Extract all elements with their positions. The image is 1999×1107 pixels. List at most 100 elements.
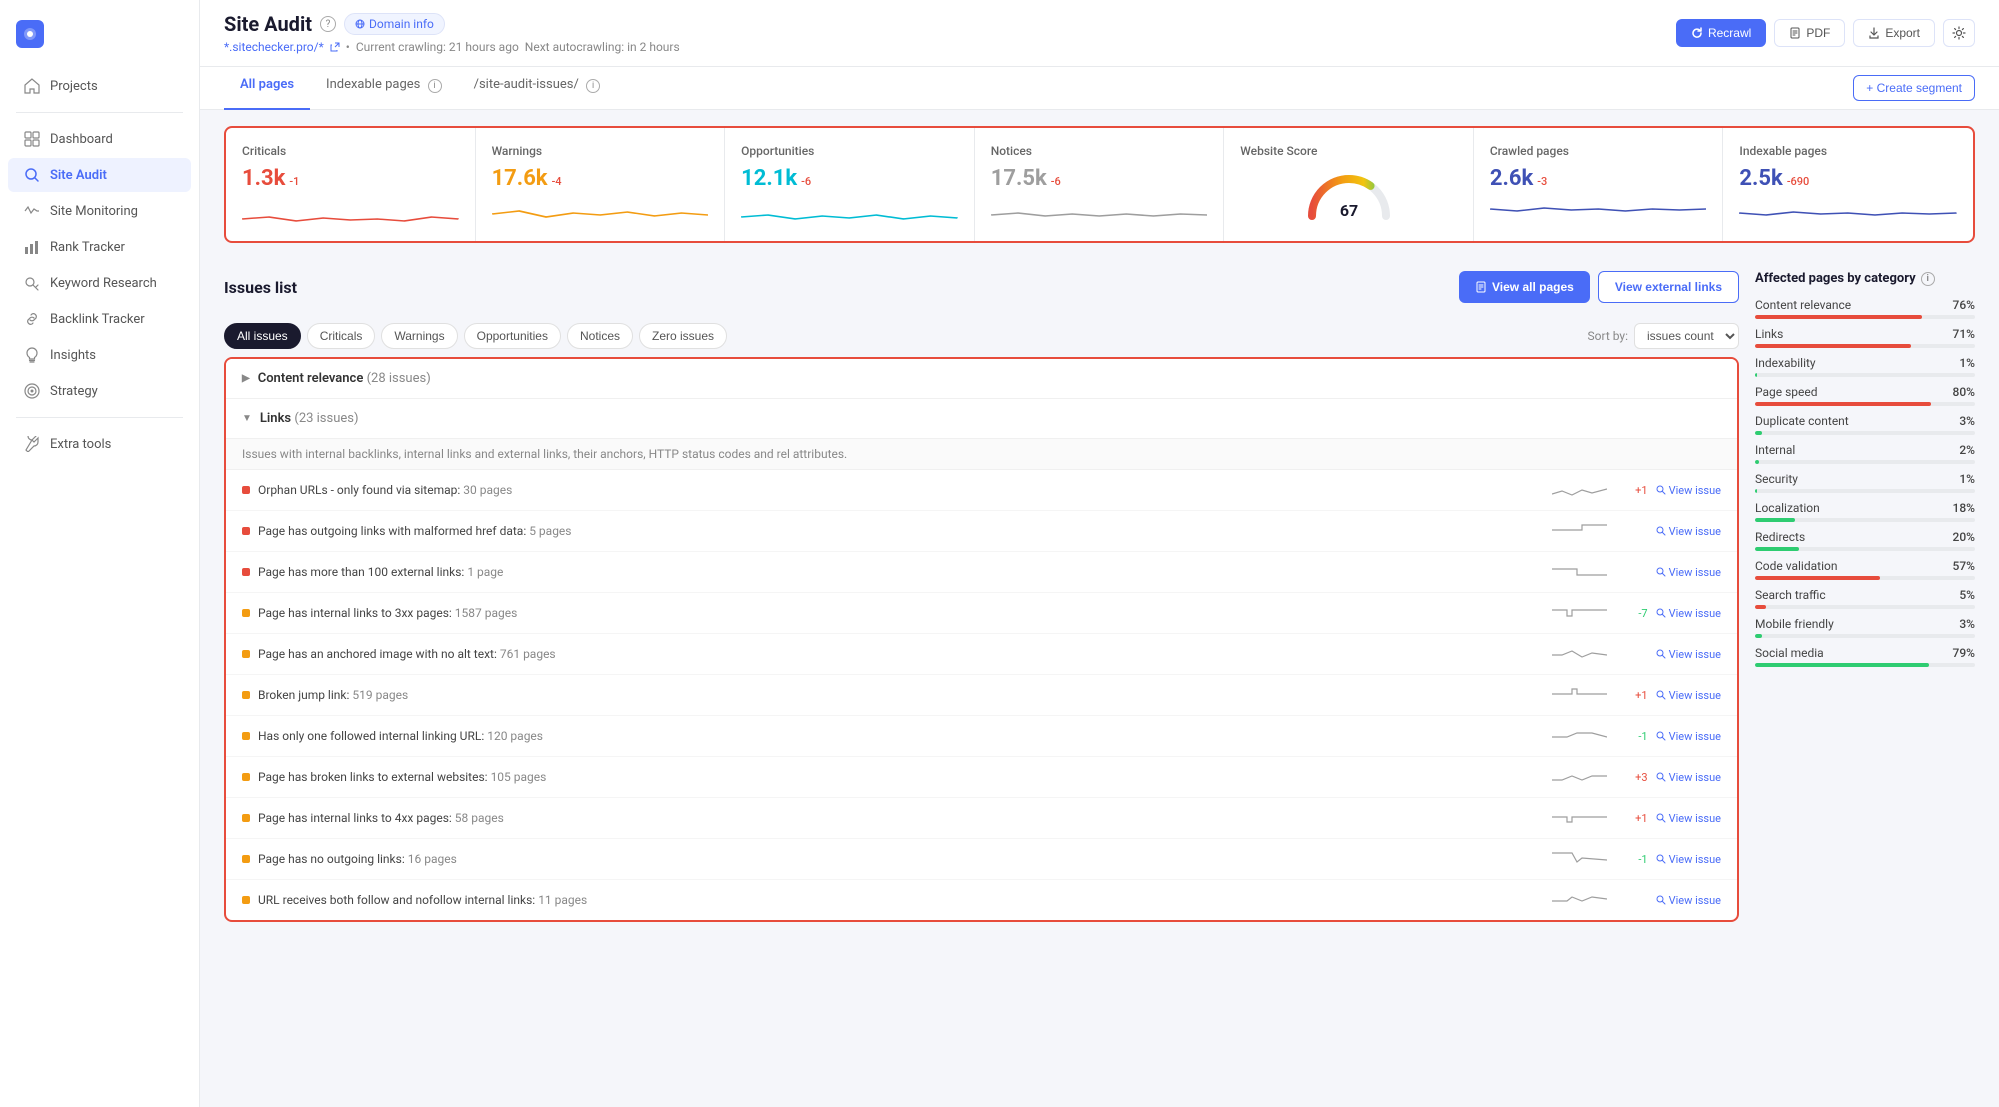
issue-row: Broken jump link: 519 pages +1 View issu…: [226, 675, 1737, 716]
create-segment-area: + Create segment: [1853, 67, 1975, 109]
search-small-icon: [1656, 567, 1666, 577]
affected-row-label: Internal 2%: [1755, 443, 1975, 457]
filter-warnings[interactable]: Warnings: [381, 323, 457, 349]
issue-chart-7: [1552, 766, 1612, 788]
issue-chart-6: [1552, 725, 1612, 747]
issues-list: ▶ Content relevance (28 issues) ▼ Links …: [224, 357, 1739, 922]
progress-fill: [1755, 489, 1757, 493]
audit-issues-info-icon[interactable]: i: [586, 79, 600, 93]
sidebar-item-insights[interactable]: Insights: [8, 338, 191, 372]
stat-criticals: Criticals 1.3k -1: [226, 128, 476, 241]
create-segment-button[interactable]: + Create segment: [1853, 75, 1975, 101]
view-issue-7[interactable]: View issue: [1656, 771, 1721, 784]
affected-item: Localization 18%: [1755, 501, 1975, 522]
stat-warnings: Warnings 17.6k -4: [476, 128, 726, 241]
chevron-down-icon: ▼: [242, 413, 252, 424]
sidebar-item-site-audit[interactable]: Site Audit: [8, 158, 191, 192]
sidebar-item-keyword-research[interactable]: Keyword Research: [8, 266, 191, 300]
issue-chart-2: [1552, 561, 1612, 583]
filter-criticals[interactable]: Criticals: [307, 323, 376, 349]
filter-opportunities[interactable]: Opportunities: [464, 323, 561, 349]
indexable-chart: [1739, 199, 1957, 229]
category-content-relevance[interactable]: ▶ Content relevance (28 issues): [226, 359, 1737, 399]
tab-all-pages[interactable]: All pages: [224, 67, 310, 110]
filter-notices[interactable]: Notices: [567, 323, 633, 349]
progress-fill: [1755, 373, 1757, 377]
home-icon: [24, 78, 40, 94]
search-small-icon: [1656, 772, 1666, 782]
filter-all-issues[interactable]: All issues: [224, 323, 301, 349]
view-all-pages-button[interactable]: View all pages: [1459, 271, 1590, 303]
affected-row-label: Search traffic 5%: [1755, 588, 1975, 602]
filter-zero-issues[interactable]: Zero issues: [639, 323, 727, 349]
target-icon: [24, 383, 40, 399]
issue-chart-5: [1552, 684, 1612, 706]
pdf-button[interactable]: PDF: [1774, 19, 1845, 47]
sidebar-item-backlink-tracker[interactable]: Backlink Tracker: [8, 302, 191, 336]
affected-item: Duplicate content 3%: [1755, 414, 1975, 435]
crawled-chart: [1490, 199, 1707, 229]
sidebar-item-rank-tracker[interactable]: Rank Tracker: [8, 230, 191, 264]
help-icon[interactable]: ?: [320, 16, 336, 32]
sidebar-item-extra-tools[interactable]: Extra tools: [8, 427, 191, 461]
progress-fill: [1755, 547, 1799, 551]
sidebar-item-site-monitoring[interactable]: Site Monitoring: [8, 194, 191, 228]
sort-select[interactable]: issues count: [1634, 323, 1739, 349]
view-issue-1[interactable]: View issue: [1656, 525, 1721, 538]
domain-info-badge[interactable]: Domain info: [344, 13, 445, 35]
sidebar-divider-1: [16, 112, 183, 113]
progress-bar: [1755, 634, 1975, 638]
progress-bar: [1755, 315, 1975, 319]
view-issue-5[interactable]: View issue: [1656, 689, 1721, 702]
page-header: Site Audit ? Domain info *.sitechecker.p…: [200, 0, 1999, 67]
view-external-links-button[interactable]: View external links: [1598, 271, 1739, 303]
progress-fill: [1755, 344, 1911, 348]
export-icon: [1868, 27, 1880, 39]
recrawl-button[interactable]: Recrawl: [1676, 19, 1766, 47]
sidebar-item-dashboard[interactable]: Dashboard: [8, 122, 191, 156]
stat-crawled-pages: Crawled pages 2.6k -3: [1474, 128, 1724, 241]
refresh-icon: [1691, 27, 1703, 39]
view-issue-2[interactable]: View issue: [1656, 566, 1721, 579]
stat-notices: Notices 17.5k -6: [975, 128, 1225, 241]
bar-chart-icon: [24, 239, 40, 255]
search-audit-icon: [24, 167, 40, 183]
tab-indexable-pages[interactable]: Indexable pages i: [310, 67, 458, 110]
affected-row-label: Security 1%: [1755, 472, 1975, 486]
progress-fill: [1755, 315, 1922, 319]
affected-item: Search traffic 5%: [1755, 588, 1975, 609]
tab-site-audit-issues[interactable]: /site-audit-issues/ i: [458, 67, 617, 110]
view-issue-4[interactable]: View issue: [1656, 648, 1721, 661]
header-left: Site Audit ? Domain info *.sitechecker.p…: [224, 12, 680, 54]
affected-row-label: Social media 79%: [1755, 646, 1975, 660]
document-icon: [1475, 281, 1487, 293]
affected-item: Security 1%: [1755, 472, 1975, 493]
severity-warning-icon: [242, 691, 250, 699]
indexable-info-icon[interactable]: i: [428, 79, 442, 93]
view-issue-8[interactable]: View issue: [1656, 812, 1721, 825]
view-issue-3[interactable]: View issue: [1656, 607, 1721, 620]
issue-row: Page has no outgoing links: 16 pages -1 …: [226, 839, 1737, 880]
view-issue-10[interactable]: View issue: [1656, 894, 1721, 907]
sidebar-item-strategy[interactable]: Strategy: [8, 374, 191, 408]
view-issue-6[interactable]: View issue: [1656, 730, 1721, 743]
page-title: Site Audit: [224, 12, 312, 36]
affected-row-label: Indexability 1%: [1755, 356, 1975, 370]
export-button[interactable]: Export: [1853, 19, 1935, 47]
filter-tabs: All issues Criticals Warnings Opportunit…: [224, 315, 1739, 357]
crawl-domain-link[interactable]: *.sitechecker.pro/*: [224, 40, 324, 54]
search-small-icon: [1656, 731, 1666, 741]
progress-fill: [1755, 634, 1762, 638]
issue-chart-4: [1552, 643, 1612, 665]
view-issue-0[interactable]: View issue: [1656, 484, 1721, 497]
view-issue-9[interactable]: View issue: [1656, 853, 1721, 866]
affected-item: Indexability 1%: [1755, 356, 1975, 377]
settings-button[interactable]: [1943, 19, 1975, 47]
issues-panel: Issues list View all pages View external…: [224, 259, 1739, 1083]
severity-warning-icon: [242, 650, 250, 658]
globe-icon: [355, 19, 365, 29]
category-links[interactable]: ▼ Links (23 issues): [226, 399, 1737, 439]
stat-opportunities: Opportunities 12.1k -6: [725, 128, 975, 241]
affected-info-icon[interactable]: i: [1921, 272, 1935, 286]
sidebar-item-projects[interactable]: Projects: [8, 69, 191, 103]
